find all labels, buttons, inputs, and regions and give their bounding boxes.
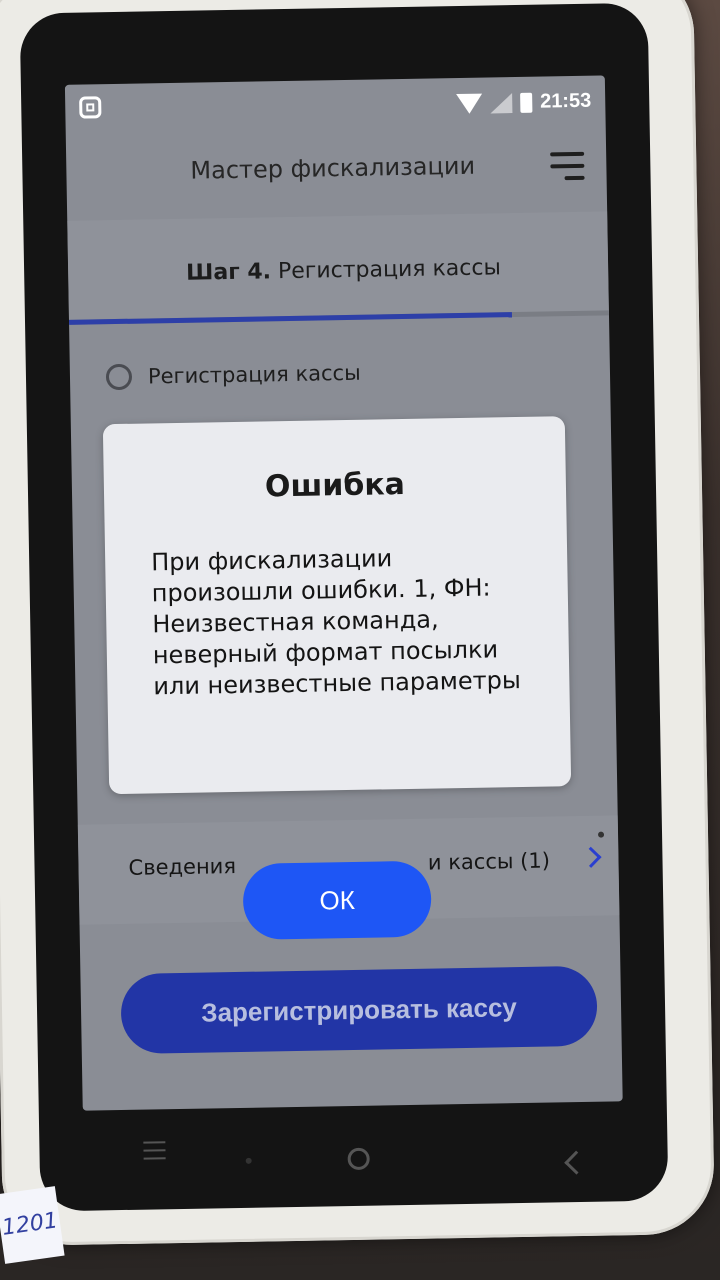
radio-button[interactable]: [105, 363, 133, 391]
step-header: Шаг 4. Регистрация кассы: [67, 211, 609, 325]
indicator-dot: [597, 831, 605, 838]
registration-radio-item[interactable]: Регистрация кассы: [105, 360, 361, 391]
sticker-text: 1201: [0, 1208, 60, 1241]
wifi-icon: [455, 93, 483, 114]
radio-label: Регистрация кассы: [147, 360, 361, 389]
page-title: Мастер фискализации: [190, 151, 476, 185]
signal-icon: [489, 92, 513, 113]
info-row-label-left: Сведения: [128, 853, 237, 880]
nav-dot: [245, 1157, 252, 1164]
register-kassa-button[interactable]: Зарегистрировать кассу: [120, 965, 598, 1055]
device-sticker: 1201: [0, 1186, 65, 1264]
step-progress-fill: [68, 312, 512, 325]
dialog-title: Ошибка: [264, 466, 406, 505]
nav-back-icon[interactable]: [564, 1150, 589, 1175]
info-row-label-right: и кассы (1): [427, 848, 551, 875]
step-number: Шаг 4.: [185, 259, 272, 286]
battery-icon: [519, 92, 533, 113]
status-bar: 21:53: [65, 75, 606, 148]
step-title: Шаг 4. Регистрация кассы: [186, 255, 501, 285]
nav-menu-icon[interactable]: [143, 1141, 166, 1165]
status-time: 21:53: [539, 89, 592, 113]
nav-home-icon[interactable]: [347, 1147, 370, 1171]
app-header: Мастер фискализации: [66, 139, 607, 220]
hamburger-menu-icon[interactable]: [550, 151, 585, 185]
chevron-right-icon[interactable]: [580, 846, 602, 868]
step-progress-track: [68, 310, 609, 325]
step-name: Регистрация кассы: [277, 255, 502, 285]
screenshot-icon: [79, 96, 102, 119]
screen: 21:53 Мастер фискализации Шаг 4. Регистр…: [64, 75, 623, 1111]
error-dialog: Ошибка При фискализации произошли ошибки…: [102, 416, 572, 795]
device-frame: 21:53 Мастер фискализации Шаг 4. Регистр…: [0, 0, 716, 1247]
dialog-ok-button[interactable]: ОК: [242, 860, 432, 940]
dialog-message: При фискализации произошли ошибки. 1, ФН…: [150, 544, 522, 701]
device-bezel: 21:53 Мастер фискализации Шаг 4. Регистр…: [19, 2, 669, 1212]
